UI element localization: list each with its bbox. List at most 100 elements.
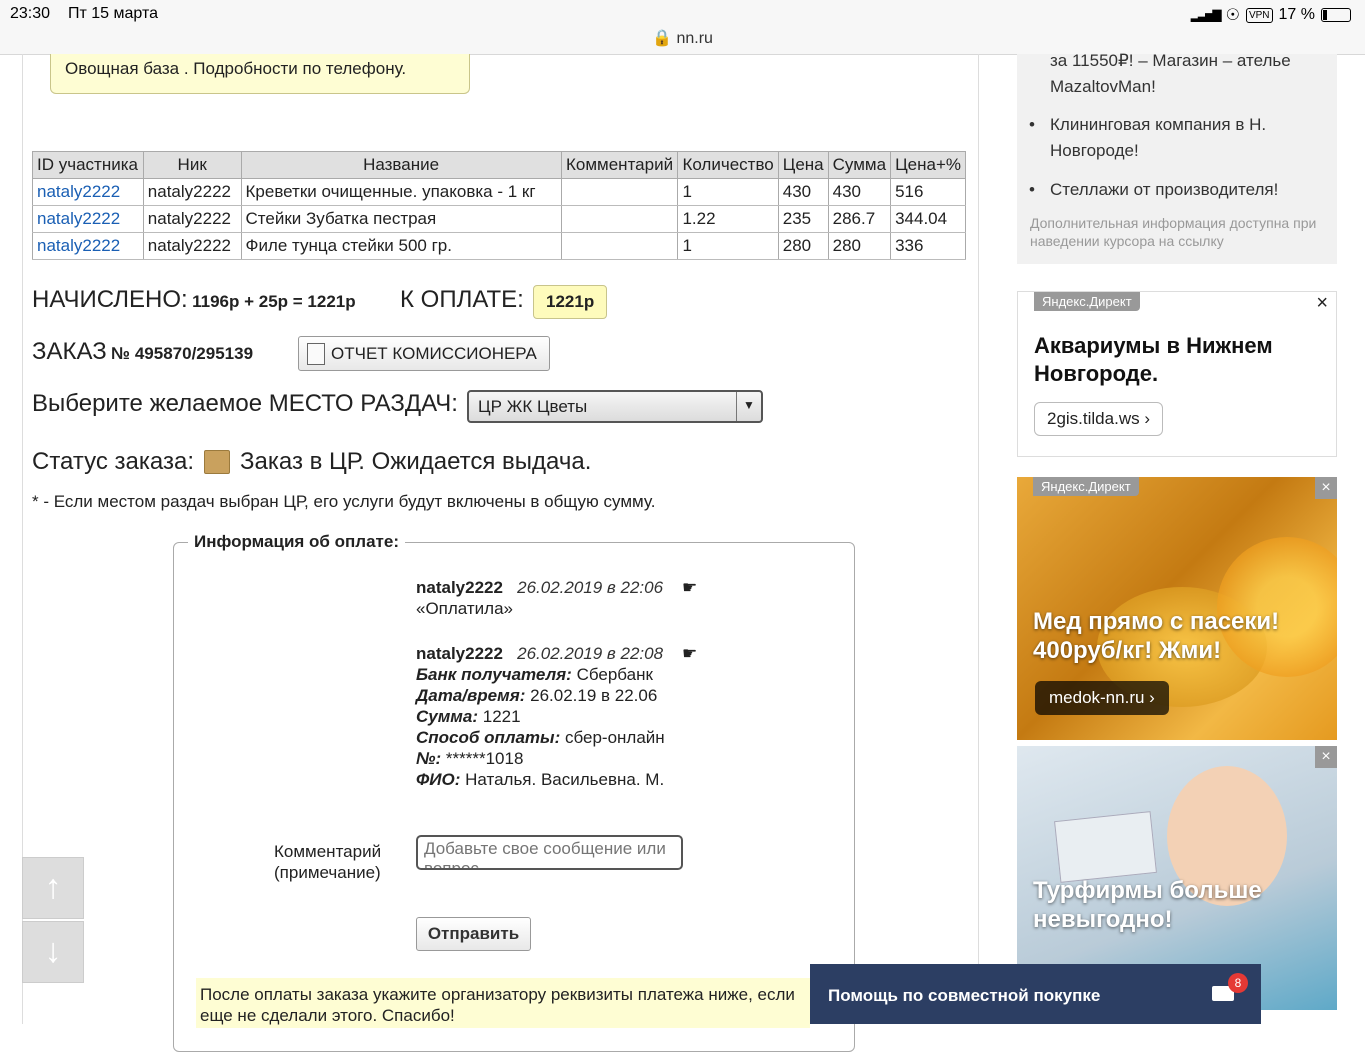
passport-image — [1054, 811, 1157, 883]
order-line: ЗАКАЗ № 495870/295139 — [32, 338, 253, 366]
status-icons: ▂▃▅▇ ☉ VPN 17 % — [1191, 5, 1351, 25]
cell-price-pct: 336 — [890, 232, 966, 260]
num-value: ******1018 — [445, 749, 524, 768]
cell-name: Филе тунца стейки 500 гр. — [240, 232, 562, 260]
cell-qty: 1 — [677, 232, 779, 260]
cell-qty: 1 — [677, 178, 779, 206]
box-icon — [204, 450, 231, 474]
comment-textarea[interactable] — [416, 835, 683, 870]
entry-text: «Оплатила» — [416, 599, 513, 618]
cell-qty: 1.22 — [677, 205, 779, 233]
cell-comment — [560, 232, 679, 260]
num-label: №: — [416, 749, 442, 768]
participant-link[interactable]: nataly2222 — [32, 205, 144, 233]
sidebar-hint: Дополнительная информация доступна при н… — [1030, 215, 1317, 249]
battery-icon — [1321, 8, 1351, 22]
payment-entry-2: nataly2222 26.02.2019 в 22:08 ☛ Банк пол… — [416, 643, 697, 790]
url-text: nn.ru — [676, 30, 713, 47]
notice-text: Овощная база . Подробности по телефону. — [65, 59, 407, 78]
table-row: nataly2222 nataly2222 Стейки Зубатка пес… — [32, 205, 966, 233]
pickup-select[interactable]: ЦР ЖК Цветы ▼ — [467, 390, 763, 423]
ad-label: Яндекс.Директ — [1033, 477, 1139, 496]
method-label: Способ оплаты: — [416, 728, 561, 747]
browser-status-bar: 23:30 Пт 15 марта 🔒 nn.ru ▂▃▅▇ ☉ VPN 17 … — [0, 0, 1365, 55]
status-label: Статус заказа: — [32, 448, 195, 475]
table-header-row: ID участника Ник Название Комментарий Ко… — [32, 151, 966, 179]
sum-value: 1221 — [482, 707, 521, 726]
document-icon — [307, 342, 325, 365]
cell-price-pct: 516 — [890, 178, 966, 206]
pointing-hand-icon[interactable]: ☛ — [682, 644, 697, 663]
table-row: nataly2222 nataly2222 Филе тунца стейки … — [32, 232, 966, 260]
participant-link[interactable]: nataly2222 — [32, 178, 144, 206]
pointing-hand-icon[interactable]: ☛ — [682, 578, 697, 597]
cell-sum: 430 — [827, 178, 892, 206]
orders-table: ID участника Ник Название Комментарий Ко… — [32, 151, 966, 260]
after-payment-note: После оплаты заказа укажите организатору… — [196, 978, 810, 1028]
vpn-badge: VPN — [1245, 7, 1273, 23]
col-qty: Количество — [677, 151, 779, 179]
sidebar-top-text[interactable]: за 11550₽! – Магазин – ателье MazaltovMa… — [1050, 48, 1291, 100]
ad-link-text: 2gis.tilda.ws — [1047, 409, 1140, 428]
payment-entry-1: nataly2222 26.02.2019 в 22:06 ☛ «Оплатил… — [416, 577, 697, 619]
close-icon[interactable]: × — [1315, 746, 1337, 768]
help-bar[interactable]: Помощь по совместной покупке 8 — [810, 964, 1261, 1024]
address-bar[interactable]: 🔒 nn.ru — [0, 28, 1365, 48]
method-value: сбер-онлайн — [564, 728, 665, 747]
cell-nick: nataly2222 — [142, 178, 242, 206]
ad-link-button[interactable]: 2gis.tilda.ws › — [1034, 402, 1164, 436]
chevron-right-icon: › — [1144, 409, 1151, 428]
arrow-up-icon: ↑ — [44, 868, 62, 906]
battery-percent: 17 % — [1278, 6, 1315, 23]
scroll-down-button[interactable]: ↓ — [22, 921, 84, 983]
order-label: ЗАКАЗ — [32, 338, 107, 365]
order-number: № 495870/295139 — [111, 344, 254, 363]
payment-info-legend: Информация об оплате: — [194, 532, 399, 551]
fio-value: Наталья. Васильевна. М. — [465, 770, 665, 789]
commission-report-button[interactable]: ОТЧЕТ КОМИССИОНЕРА — [298, 336, 550, 371]
wifi-icon: ☉ — [1225, 7, 1240, 24]
help-bar-text: Помощь по совместной покупке — [828, 986, 1101, 1005]
chevron-down-icon: ▼ — [736, 392, 761, 421]
date: Пт 15 марта — [68, 5, 159, 22]
cell-nick: nataly2222 — [142, 205, 242, 233]
cell-nick: nataly2222 — [142, 232, 242, 260]
entry-user: nataly2222 — [416, 578, 503, 597]
entry-datetime: 26.02.2019 в 22:06 — [517, 578, 664, 597]
date-label: Дата/время: — [416, 686, 526, 705]
ad-link-text: medok-nn.ru — [1049, 688, 1145, 707]
footnote: * - Если местом раздач выбран ЦР, его ус… — [32, 492, 656, 511]
chevron-right-icon: › — [1149, 688, 1155, 707]
sidebar-item[interactable]: • Стеллажи от производителя! — [1029, 177, 1329, 203]
col-id: ID участника — [32, 151, 144, 179]
sum-label: Сумма: — [416, 707, 478, 726]
col-comment: Комментарий — [560, 151, 679, 179]
scroll-up-button[interactable]: ↑ — [22, 857, 84, 919]
cell-price: 280 — [777, 232, 829, 260]
sidebar-item[interactable]: • Клининговая компания в Н. Новгороде! — [1029, 112, 1329, 164]
charged-label: НАЧИСЛЕНО: — [32, 286, 188, 313]
pickup-label: Выберите желаемое МЕСТО РАЗДАЧ: — [32, 390, 458, 417]
date-value: 26.02.19 в 22.06 — [530, 686, 658, 705]
close-icon[interactable]: × — [1315, 477, 1337, 499]
bank-label: Банк получателя: — [416, 665, 572, 684]
ad-aquariums[interactable]: Яндекс.Директ × Аквариумы в Нижнем Новго… — [1017, 291, 1337, 457]
ad-link-button[interactable]: medok-nn.ru › — [1035, 681, 1169, 715]
cell-name: Стейки Зубатка пестрая — [240, 205, 562, 233]
cell-sum: 286.7 — [827, 205, 892, 233]
ad-honey[interactable]: Яндекс.Директ × Мед прямо с пасеки! 400р… — [1017, 477, 1337, 740]
send-button[interactable]: Отправить — [416, 917, 531, 951]
participant-link[interactable]: nataly2222 — [32, 232, 144, 260]
ad-title: Мед прямо с пасеки! 400руб/кг! Жми! — [1033, 608, 1280, 664]
ad-title: Турфирмы больше невыгодно! — [1033, 877, 1262, 933]
clock: 23:30 — [10, 5, 51, 22]
topay-label: К ОПЛАТЕ: — [400, 286, 524, 313]
sidebar-top-line2: MazaltovMan! — [1050, 77, 1156, 96]
pickup-selected: ЦР ЖК Цветы — [478, 397, 588, 416]
lock-icon: 🔒 — [652, 30, 672, 47]
close-icon[interactable]: × — [1316, 292, 1328, 315]
sidebar-item-label: Клининговая компания в Н. Новгороде! — [1050, 115, 1267, 160]
topay-label-wrap: К ОПЛАТЕ: — [400, 286, 524, 314]
sidebar-links-box: за 11550₽! – Магазин – ателье MazaltovMa… — [1017, 51, 1337, 264]
notice-box: Овощная база . Подробности по телефону. — [50, 54, 470, 94]
